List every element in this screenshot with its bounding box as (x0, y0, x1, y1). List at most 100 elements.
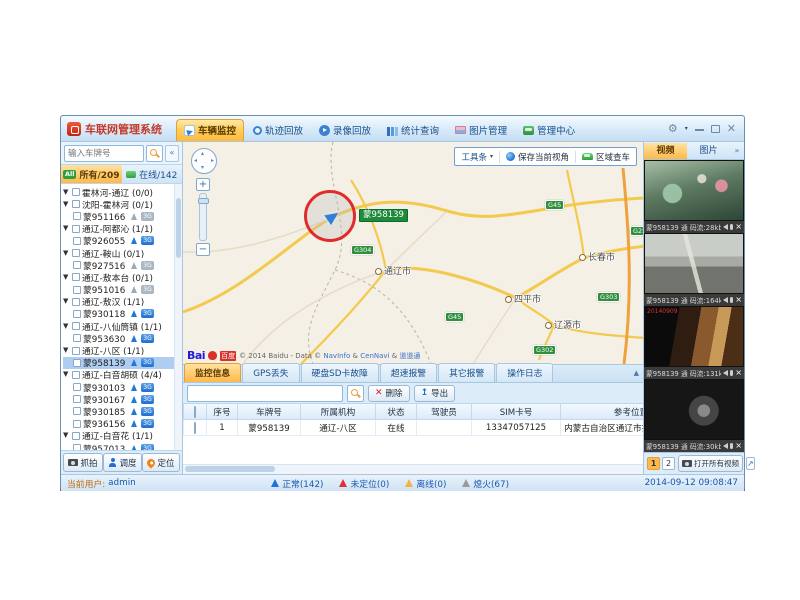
video-thumbnail[interactable]: 20140909 (644, 306, 744, 367)
tree-vehicle-row[interactable]: 蒙9570133G (63, 442, 174, 450)
vehicle-plate-map-label[interactable]: 蒙958139 (359, 209, 408, 222)
monitor-tab-GPS丢失[interactable]: GPS丢失 (242, 363, 299, 382)
column-header[interactable]: 驾驶员 (417, 404, 472, 420)
group-checkbox[interactable] (72, 225, 80, 233)
expand-arrow-icon[interactable]: ▼ (63, 371, 70, 378)
tree-vehicle-row[interactable]: 蒙9361563G (63, 418, 174, 430)
zoom-out-button[interactable]: − (196, 243, 210, 256)
restore-button[interactable] (711, 125, 720, 133)
tree-group-row[interactable]: ▼通辽-敖本台 (0/1) (63, 271, 174, 283)
tree-group-row[interactable]: ▼通辽-八仙筒镇 (1/1) (63, 320, 174, 332)
group-checkbox[interactable] (72, 432, 80, 440)
nav-tab-录像回放[interactable]: 录像回放 (312, 120, 378, 141)
vehicle-checkbox[interactable] (73, 407, 81, 415)
table-hscrollbar[interactable] (183, 464, 643, 474)
expand-arrow-icon[interactable]: ▼ (63, 274, 70, 281)
column-header[interactable]: 参考位置 (561, 404, 644, 420)
tree-vehicle-row[interactable]: 蒙9260553G (63, 235, 174, 247)
column-header[interactable]: SIM卡号 (472, 404, 561, 420)
mic-icon[interactable] (730, 224, 733, 230)
tree-group-row[interactable]: ▼通辽-敖汉 (1/1) (63, 296, 174, 308)
vehicle-3g-video-icon[interactable]: 3G (141, 334, 154, 343)
expand-arrow-icon[interactable]: ▼ (63, 347, 70, 354)
vehicle-checkbox[interactable] (73, 261, 81, 269)
video-thumbnail[interactable] (644, 233, 744, 294)
attribution-link[interactable]: CenNavi (360, 352, 389, 360)
video-page-button-1[interactable]: 1 (647, 457, 660, 470)
attribution-link[interactable]: NavInfo (323, 352, 350, 360)
定位-button[interactable]: 定位 (142, 453, 179, 472)
group-checkbox[interactable] (72, 322, 80, 330)
tree-vehicle-row[interactable]: 蒙9581393G (63, 357, 174, 369)
monitor-tab-其它报警[interactable]: 其它报警 (438, 363, 495, 382)
search-icon[interactable] (146, 145, 163, 162)
vehicle-checkbox[interactable] (73, 383, 81, 391)
area-search-button[interactable]: 区域查车 (576, 151, 636, 163)
抓拍-button[interactable]: 抓拍 (63, 453, 102, 472)
vehicle-3g-video-icon[interactable]: 3G (141, 383, 154, 392)
group-checkbox[interactable] (72, 347, 80, 355)
mic-icon[interactable] (730, 297, 733, 303)
tree-vehicle-row[interactable]: 蒙9301673G (63, 393, 174, 405)
vehicle-3g-video-icon[interactable]: 3G (141, 309, 154, 318)
panel-more-icon[interactable]: » (730, 146, 744, 155)
close-button[interactable]: ✕ (727, 123, 736, 134)
column-header[interactable]: 状态 (376, 404, 417, 420)
monitor-tab-监控信息[interactable]: 监控信息 (184, 363, 241, 382)
expand-arrow-icon[interactable]: ▼ (63, 189, 70, 196)
chevron-down-icon[interactable]: ▾ (685, 126, 688, 132)
row-checkbox[interactable] (194, 422, 196, 434)
minimize-button[interactable] (695, 126, 704, 131)
volume-icon[interactable] (723, 297, 728, 303)
volume-icon[interactable] (723, 443, 728, 449)
nav-tab-轨迹回放[interactable]: 轨迹回放 (246, 120, 310, 141)
table-row[interactable]: 1蒙958139通辽-八区在线13347057125内蒙古自治区通辽市扎鲁特旗g… (184, 420, 644, 436)
monitor-tab-操作日志[interactable]: 操作日志 (496, 363, 553, 382)
vehicle-3g-video-icon[interactable]: 3G (141, 407, 154, 416)
map-pan-control[interactable]: ▴ ▾ ◂ ▸ (191, 148, 217, 174)
tree-group-row[interactable]: ▼通辽-白音胡硕 (4/4) (63, 369, 174, 381)
tree-group-row[interactable]: ▼通辽-白音花 (1/1) (63, 430, 174, 442)
mic-icon[interactable] (730, 370, 733, 376)
attribution-link[interactable]: 道道通 (399, 352, 420, 360)
pan-left-icon[interactable]: ◂ (194, 158, 197, 164)
column-header[interactable]: 车牌号 (238, 404, 301, 420)
tree-vehicle-row[interactable]: 蒙9536303G (63, 332, 174, 344)
group-checkbox[interactable] (72, 249, 80, 257)
settings-gear-icon[interactable]: ⚙ (668, 123, 678, 134)
expand-arrow-icon[interactable]: ▼ (63, 225, 70, 232)
zoom-slider-track[interactable] (199, 193, 207, 241)
tree-group-row[interactable]: ▼通辽-鞍山 (0/1) (63, 247, 174, 259)
monitor-tab-硬盘SD卡故障[interactable]: 硬盘SD卡故障 (301, 363, 379, 382)
tree-vehicle-row[interactable]: 蒙9510163G (63, 284, 174, 296)
tree-vehicle-row[interactable]: 蒙9301183G (63, 308, 174, 320)
filter-tab-0[interactable]: All所有/209 (61, 165, 122, 183)
tree-vehicle-row[interactable]: 蒙9301033G (63, 381, 174, 393)
save-view-button[interactable]: 保存当前视角 (500, 151, 576, 163)
tree-scrollbar-thumb[interactable] (176, 198, 181, 258)
selected-vehicle-highlight-circle[interactable] (304, 190, 356, 242)
tree-vehicle-row[interactable]: 蒙9301853G (63, 405, 174, 417)
tree-group-row[interactable]: ▼霍林河-通辽 (0/0) (63, 186, 174, 198)
export-button[interactable]: ↥ 导出 (414, 385, 456, 402)
group-checkbox[interactable] (72, 298, 80, 306)
group-checkbox[interactable] (72, 371, 80, 379)
nav-tab-管理中心[interactable]: 管理中心 (516, 120, 582, 141)
vehicle-checkbox[interactable] (73, 237, 81, 245)
volume-icon[interactable] (723, 224, 728, 230)
filter-tab-1[interactable]: 在线/142 (122, 165, 183, 183)
pan-down-icon[interactable]: ▾ (201, 165, 204, 171)
nav-tab-车辆监控[interactable]: 车辆监控 (176, 119, 244, 141)
expand-arrow-icon[interactable]: ▼ (63, 432, 70, 439)
column-header[interactable]: 所属机构 (301, 404, 376, 420)
vehicle-checkbox[interactable] (73, 444, 81, 450)
expand-arrow-icon[interactable]: ▼ (63, 250, 70, 257)
monitor-tab-超速报警[interactable]: 超速报警 (380, 363, 437, 382)
video-page-button-2[interactable]: 2 (662, 457, 675, 470)
close-icon[interactable]: × (735, 369, 742, 377)
video-thumbnail[interactable] (644, 379, 744, 440)
panel-collapse-icon[interactable]: ▲ (634, 369, 639, 377)
expand-arrow-icon[interactable]: ▼ (63, 201, 70, 208)
select-all-checkbox[interactable] (194, 406, 196, 418)
group-checkbox[interactable] (72, 273, 80, 281)
